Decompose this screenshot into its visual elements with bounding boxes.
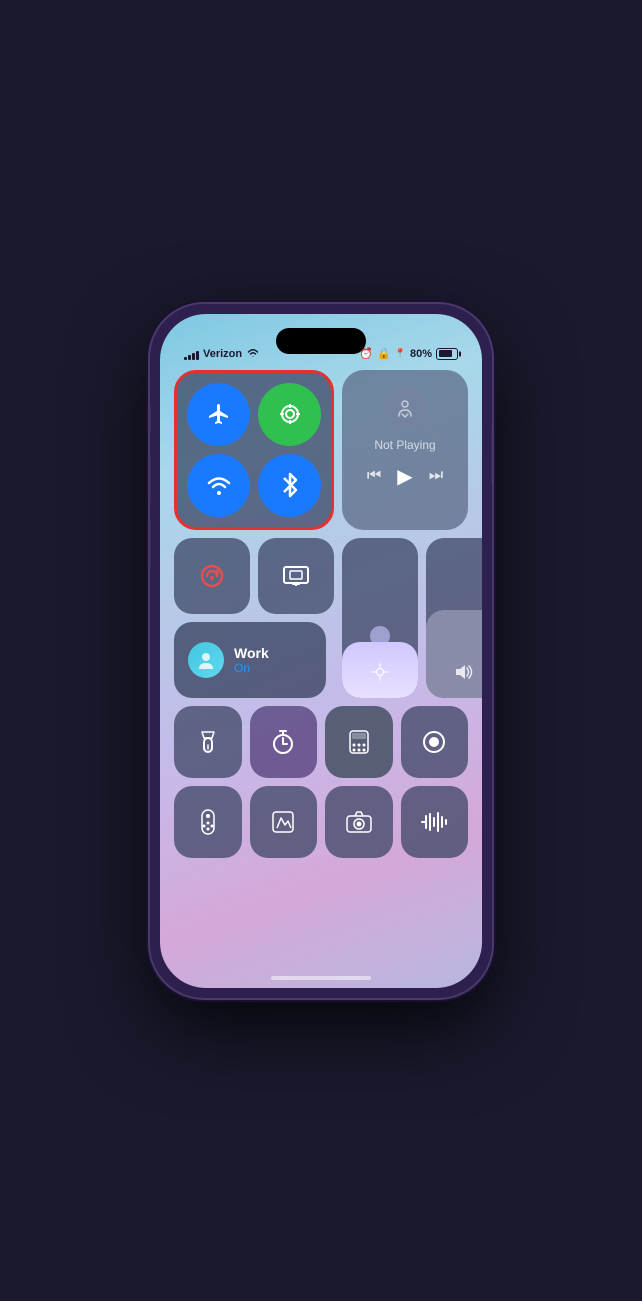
airdrop-icon: [383, 386, 427, 430]
silent-switch[interactable]: [150, 404, 151, 434]
media-controls: ⏮ ▶ ⏭: [367, 464, 443, 489]
status-left: Verizon: [184, 346, 260, 361]
record-button[interactable]: [401, 706, 469, 778]
control-center: Not Playing ⏮ ▶ ⏭: [174, 370, 468, 968]
timer-button[interactable]: [250, 706, 318, 778]
cellular-button[interactable]: [258, 383, 321, 446]
screen-mirror-button[interactable]: [258, 538, 334, 614]
signal-bar-3: [192, 353, 195, 360]
focus-mode-button[interactable]: Work On: [174, 622, 326, 698]
signal-bar-1: [184, 357, 187, 360]
volume-up-button[interactable]: [150, 454, 151, 504]
fast-forward-button[interactable]: ⏭: [429, 467, 443, 485]
volume-icon: [454, 663, 474, 686]
wifi-button[interactable]: [187, 454, 250, 517]
left-column: Work On: [174, 538, 334, 698]
sliders-row: [342, 538, 482, 698]
battery-fill: [439, 350, 453, 357]
top-row: Not Playing ⏮ ▶ ⏭: [174, 370, 468, 530]
media-player[interactable]: Not Playing ⏮ ▶ ⏭: [342, 370, 468, 530]
media-status: Not Playing: [374, 438, 435, 452]
play-button[interactable]: ▶: [397, 464, 412, 489]
signal-bar-4: [196, 351, 199, 360]
power-button[interactable]: [491, 424, 492, 484]
battery-percent: 80%: [410, 348, 432, 360]
home-indicator: [271, 976, 371, 980]
markup-button[interactable]: [250, 786, 318, 858]
remote-button[interactable]: [174, 786, 242, 858]
camera-button[interactable]: [325, 786, 393, 858]
dynamic-island: [276, 328, 366, 354]
brightness-slider[interactable]: [342, 538, 418, 698]
signal-bars: [184, 348, 199, 360]
flashlight-button[interactable]: [174, 706, 242, 778]
focus-avatar: [188, 642, 224, 678]
brightness-icon: [371, 663, 389, 686]
connectivity-group: [174, 370, 334, 530]
middle-section: Work On: [174, 538, 468, 698]
focus-subtitle: On: [234, 661, 269, 675]
screen-lock-button[interactable]: [174, 538, 250, 614]
airplane-mode-button[interactable]: [187, 383, 250, 446]
phone-screen: Verizon ⏰ 🔒 📍 80%: [160, 314, 482, 988]
battery-icon: [436, 348, 458, 360]
volume-down-button[interactable]: [150, 519, 151, 569]
wifi-status-icon: [246, 346, 260, 361]
bottom-grid-row2: [174, 786, 468, 858]
rewind-button[interactable]: ⏮: [367, 467, 381, 485]
phone-device: Verizon ⏰ 🔒 📍 80%: [150, 304, 492, 998]
signal-bar-2: [188, 355, 191, 360]
small-buttons-row: [174, 538, 334, 614]
focus-text: Work On: [234, 645, 269, 675]
volume-slider[interactable]: [426, 538, 482, 698]
bottom-grid-row1: [174, 706, 468, 778]
location-icon: 📍: [395, 348, 406, 359]
bluetooth-button[interactable]: [258, 454, 321, 517]
rotation-lock-icon: 🔒: [377, 347, 391, 360]
carrier-name: Verizon: [203, 348, 242, 360]
battery-container: [436, 348, 458, 360]
focus-title: Work: [234, 645, 269, 661]
status-right: ⏰ 🔒 📍 80%: [359, 347, 458, 360]
calculator-button[interactable]: [325, 706, 393, 778]
sound-recognition-button[interactable]: [401, 786, 469, 858]
